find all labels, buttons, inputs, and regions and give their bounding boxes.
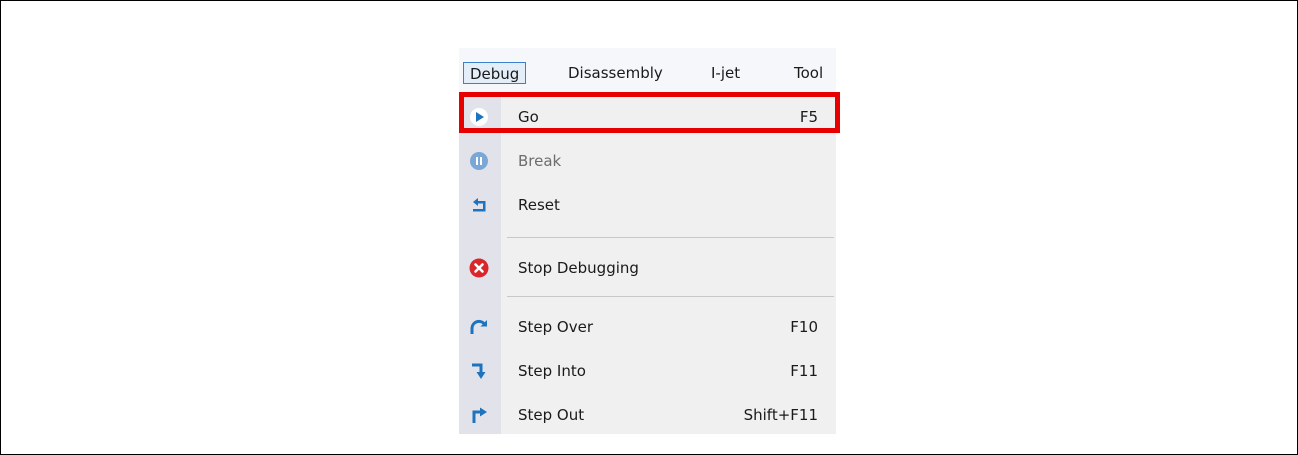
step-over-icon [469, 317, 489, 337]
menu-separator [507, 296, 834, 297]
menu-item-label: Reset [518, 196, 560, 214]
menu-item-step-into[interactable]: Step Into F11 [459, 349, 836, 393]
menu-item-label: Stop Debugging [518, 259, 639, 277]
menu-item-label: Step Out [518, 406, 585, 424]
menubar-tool[interactable]: Tool [794, 62, 823, 84]
menu-separator [507, 237, 834, 238]
menu-item-step-over[interactable]: Step Over F10 [459, 305, 836, 349]
step-into-icon [469, 361, 489, 381]
menu-item-label: Step Into [518, 362, 586, 380]
menu-item-break: Break [459, 139, 836, 183]
menu-item-reset[interactable]: Reset [459, 183, 836, 227]
pause-icon [469, 151, 489, 171]
step-out-icon [469, 405, 489, 425]
menu-item-step-out[interactable]: Step Out Shift+F11 [459, 393, 836, 437]
menu-item-stop-debugging[interactable]: Stop Debugging [459, 246, 836, 290]
reset-icon [469, 195, 489, 215]
menu-item-shortcut: F11 [790, 362, 818, 380]
stop-icon [469, 258, 489, 278]
menu-item-label: Step Over [518, 318, 593, 336]
menubar-debug[interactable]: Debug [463, 62, 527, 84]
go-highlight-box [459, 92, 840, 133]
menu-item-shortcut: Shift+F11 [743, 406, 818, 424]
menu-item-label: Break [518, 152, 562, 170]
menu-item-shortcut: F10 [790, 318, 818, 336]
menubar-i-jet[interactable]: I-jet [711, 62, 740, 84]
menubar-disassembly[interactable]: Disassembly [568, 62, 663, 84]
menubar: Debug Disassembly I-jet Tool [459, 48, 836, 93]
